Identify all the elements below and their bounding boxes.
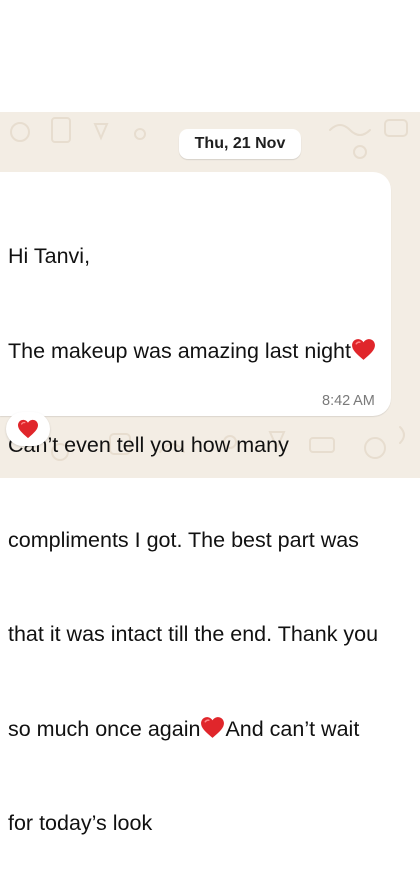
red-heart-icon xyxy=(18,419,38,439)
message-line: that it was intact till the end. Thank y… xyxy=(8,622,379,646)
red-heart-icon xyxy=(200,716,225,739)
message-line: Hi Tanvi, xyxy=(8,244,91,268)
date-label: Thu, 21 Nov xyxy=(194,135,286,152)
message-line: The makeup was amazing last night xyxy=(8,336,388,368)
message-line: so much once again And can’t wait xyxy=(8,714,388,746)
message-line: compliments I got. The best part was xyxy=(8,527,359,552)
message-timestamp: 8:42 AM xyxy=(322,393,375,409)
top-margin xyxy=(0,0,420,112)
message-text: Hi Tanvi, The makeup was amazing last ni… xyxy=(8,178,388,871)
message-line: Can’t even tell you how many xyxy=(8,433,289,457)
message-line: for today’s look xyxy=(8,811,153,835)
red-heart-icon xyxy=(351,338,376,361)
message-line-text: so much once again xyxy=(8,716,201,741)
message-line-text: The makeup was amazing last night xyxy=(8,338,351,363)
reaction-chip[interactable] xyxy=(6,412,50,446)
date-divider-chip: Thu, 21 Nov xyxy=(179,129,301,159)
message-line-text: And can’t wait xyxy=(225,716,360,741)
